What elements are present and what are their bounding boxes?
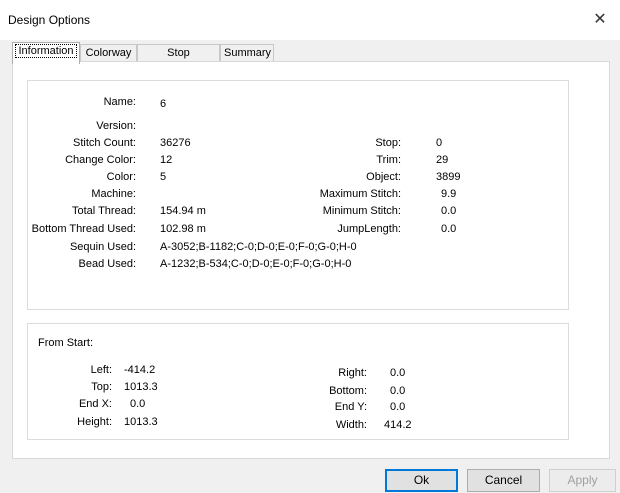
color-label: Color: — [106, 171, 136, 183]
total-thread-value: 154.94 m — [160, 205, 206, 217]
minimum-stitch-label: Minimum Stitch: — [322, 205, 401, 217]
apply-button[interactable]: Apply — [549, 469, 616, 492]
sequin-value: A-3052;B-1182;C-0;D-0;E-0;F-0;G-0;H-0 — [160, 241, 357, 253]
maximum-stitch-value: 9.9 — [441, 188, 457, 200]
color-value: 5 — [160, 171, 167, 183]
total-thread-label: Total Thread: — [71, 205, 136, 217]
bottom-label: Bottom: — [329, 385, 367, 397]
tab-colorway-label: Colorway — [85, 47, 132, 59]
width-label: Width: — [335, 419, 367, 431]
bottom-thread-label: Bottom Thread Used: — [31, 223, 136, 235]
bead-label: Bead Used: — [78, 258, 136, 270]
left-label: Left: — [90, 364, 112, 376]
bottom-value: 0.0 — [390, 385, 406, 397]
tab-summary-label: Summary — [224, 47, 272, 59]
jump-length-label: JumpLength: — [337, 223, 401, 235]
version-label: Version: — [96, 120, 136, 132]
end-x-label: End X: — [78, 398, 112, 410]
trim-value: 29 — [436, 154, 449, 166]
left-value: -414.2 — [124, 364, 156, 376]
close-button[interactable]: ✕ — [580, 0, 620, 40]
stop-value: 0 — [436, 137, 443, 149]
tab-summary[interactable]: Summary — [220, 44, 274, 62]
sequin-label: Sequin Used: — [69, 241, 136, 253]
stitch-count-label: Stitch Count: — [73, 137, 136, 149]
object-value: 3899 — [436, 171, 461, 183]
end-y-value: 0.0 — [390, 401, 406, 413]
maximum-stitch-label: Maximum Stitch: — [319, 188, 401, 200]
height-label: Height: — [77, 416, 112, 428]
tab-information[interactable]: Information — [12, 42, 80, 64]
information-panel: Name: 6 Version: Stitch Count: 36276 Cha… — [12, 61, 610, 459]
bead-value: A-1232;B-534;C-0;D-0;E-0;F-0;G-0;H-0 — [160, 258, 352, 270]
info-group: Name: 6 Version: Stitch Count: 36276 Cha… — [27, 80, 569, 310]
right-value: 0.0 — [390, 367, 406, 379]
title-bar: Design Options ✕ — [0, 0, 620, 40]
minimum-stitch-value: 0.0 — [441, 205, 457, 217]
end-x-value: 0.0 — [130, 398, 146, 410]
end-y-label: End Y: — [334, 401, 367, 413]
stop-label: Stop: — [375, 137, 401, 149]
height-value: 1013.3 — [124, 416, 158, 428]
ok-button[interactable]: Ok — [385, 469, 458, 492]
tab-information-label: Information — [15, 44, 77, 58]
trim-label: Trim: — [376, 154, 401, 166]
right-label: Right: — [338, 367, 367, 379]
top-label: Top: — [91, 381, 112, 393]
cancel-button[interactable]: Cancel — [467, 469, 540, 492]
jump-length-value: 0.0 — [441, 223, 457, 235]
top-value: 1013.3 — [124, 381, 158, 393]
tab-colorway[interactable]: Colorway — [80, 44, 137, 62]
change-color-label: Change Color: — [65, 154, 136, 166]
tab-stop-sequence[interactable]: Stop Sequence — [137, 44, 220, 76]
window-title: Design Options — [8, 13, 91, 27]
change-color-value: 12 — [160, 154, 173, 166]
from-start-group: From Start: Left: -414.2 Top: 1013.3 End… — [27, 323, 569, 440]
width-value: 414.2 — [384, 419, 412, 431]
machine-label: Machine: — [91, 188, 136, 200]
object-label: Object: — [366, 171, 401, 183]
stitch-count-value: 36276 — [160, 137, 191, 149]
close-icon: ✕ — [593, 11, 607, 28]
name-label: Name: — [103, 96, 136, 108]
name-value: 6 — [160, 98, 167, 110]
from-start-title: From Start: — [38, 337, 94, 349]
bottom-thread-value: 102.98 m — [160, 223, 206, 235]
